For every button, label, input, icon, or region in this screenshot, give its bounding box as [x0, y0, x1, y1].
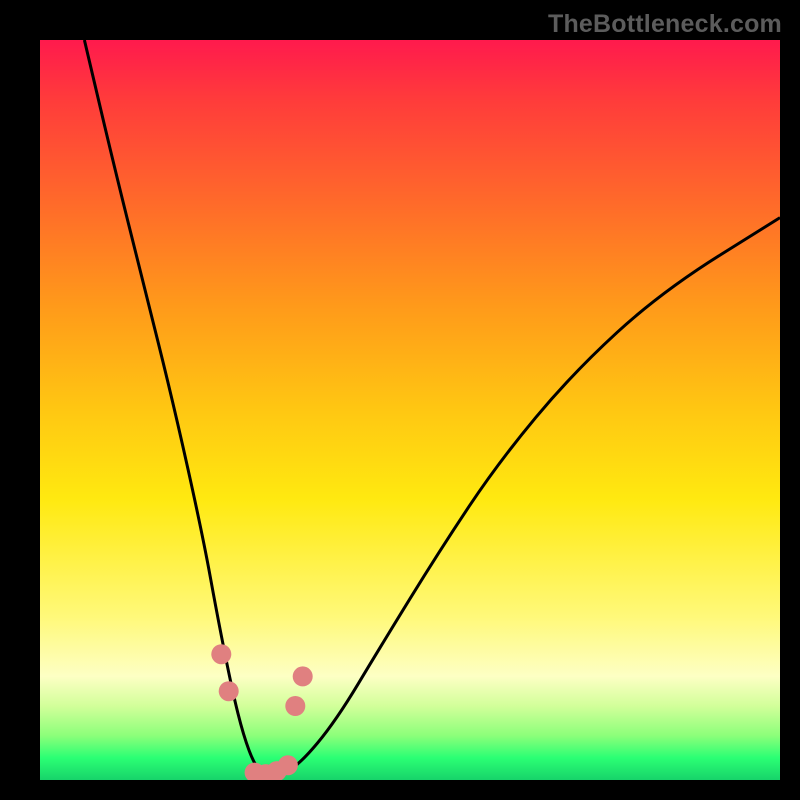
marker-dot — [278, 755, 298, 775]
plot-area — [40, 40, 780, 780]
chart-frame: TheBottleneck.com — [0, 0, 800, 800]
marker-dot — [285, 696, 305, 716]
bottleneck-curve — [84, 40, 780, 776]
marker-dot — [293, 666, 313, 686]
marker-dot — [219, 681, 239, 701]
chart-svg — [40, 40, 780, 780]
watermark-text: TheBottleneck.com — [548, 10, 782, 39]
marker-dot — [211, 644, 231, 664]
